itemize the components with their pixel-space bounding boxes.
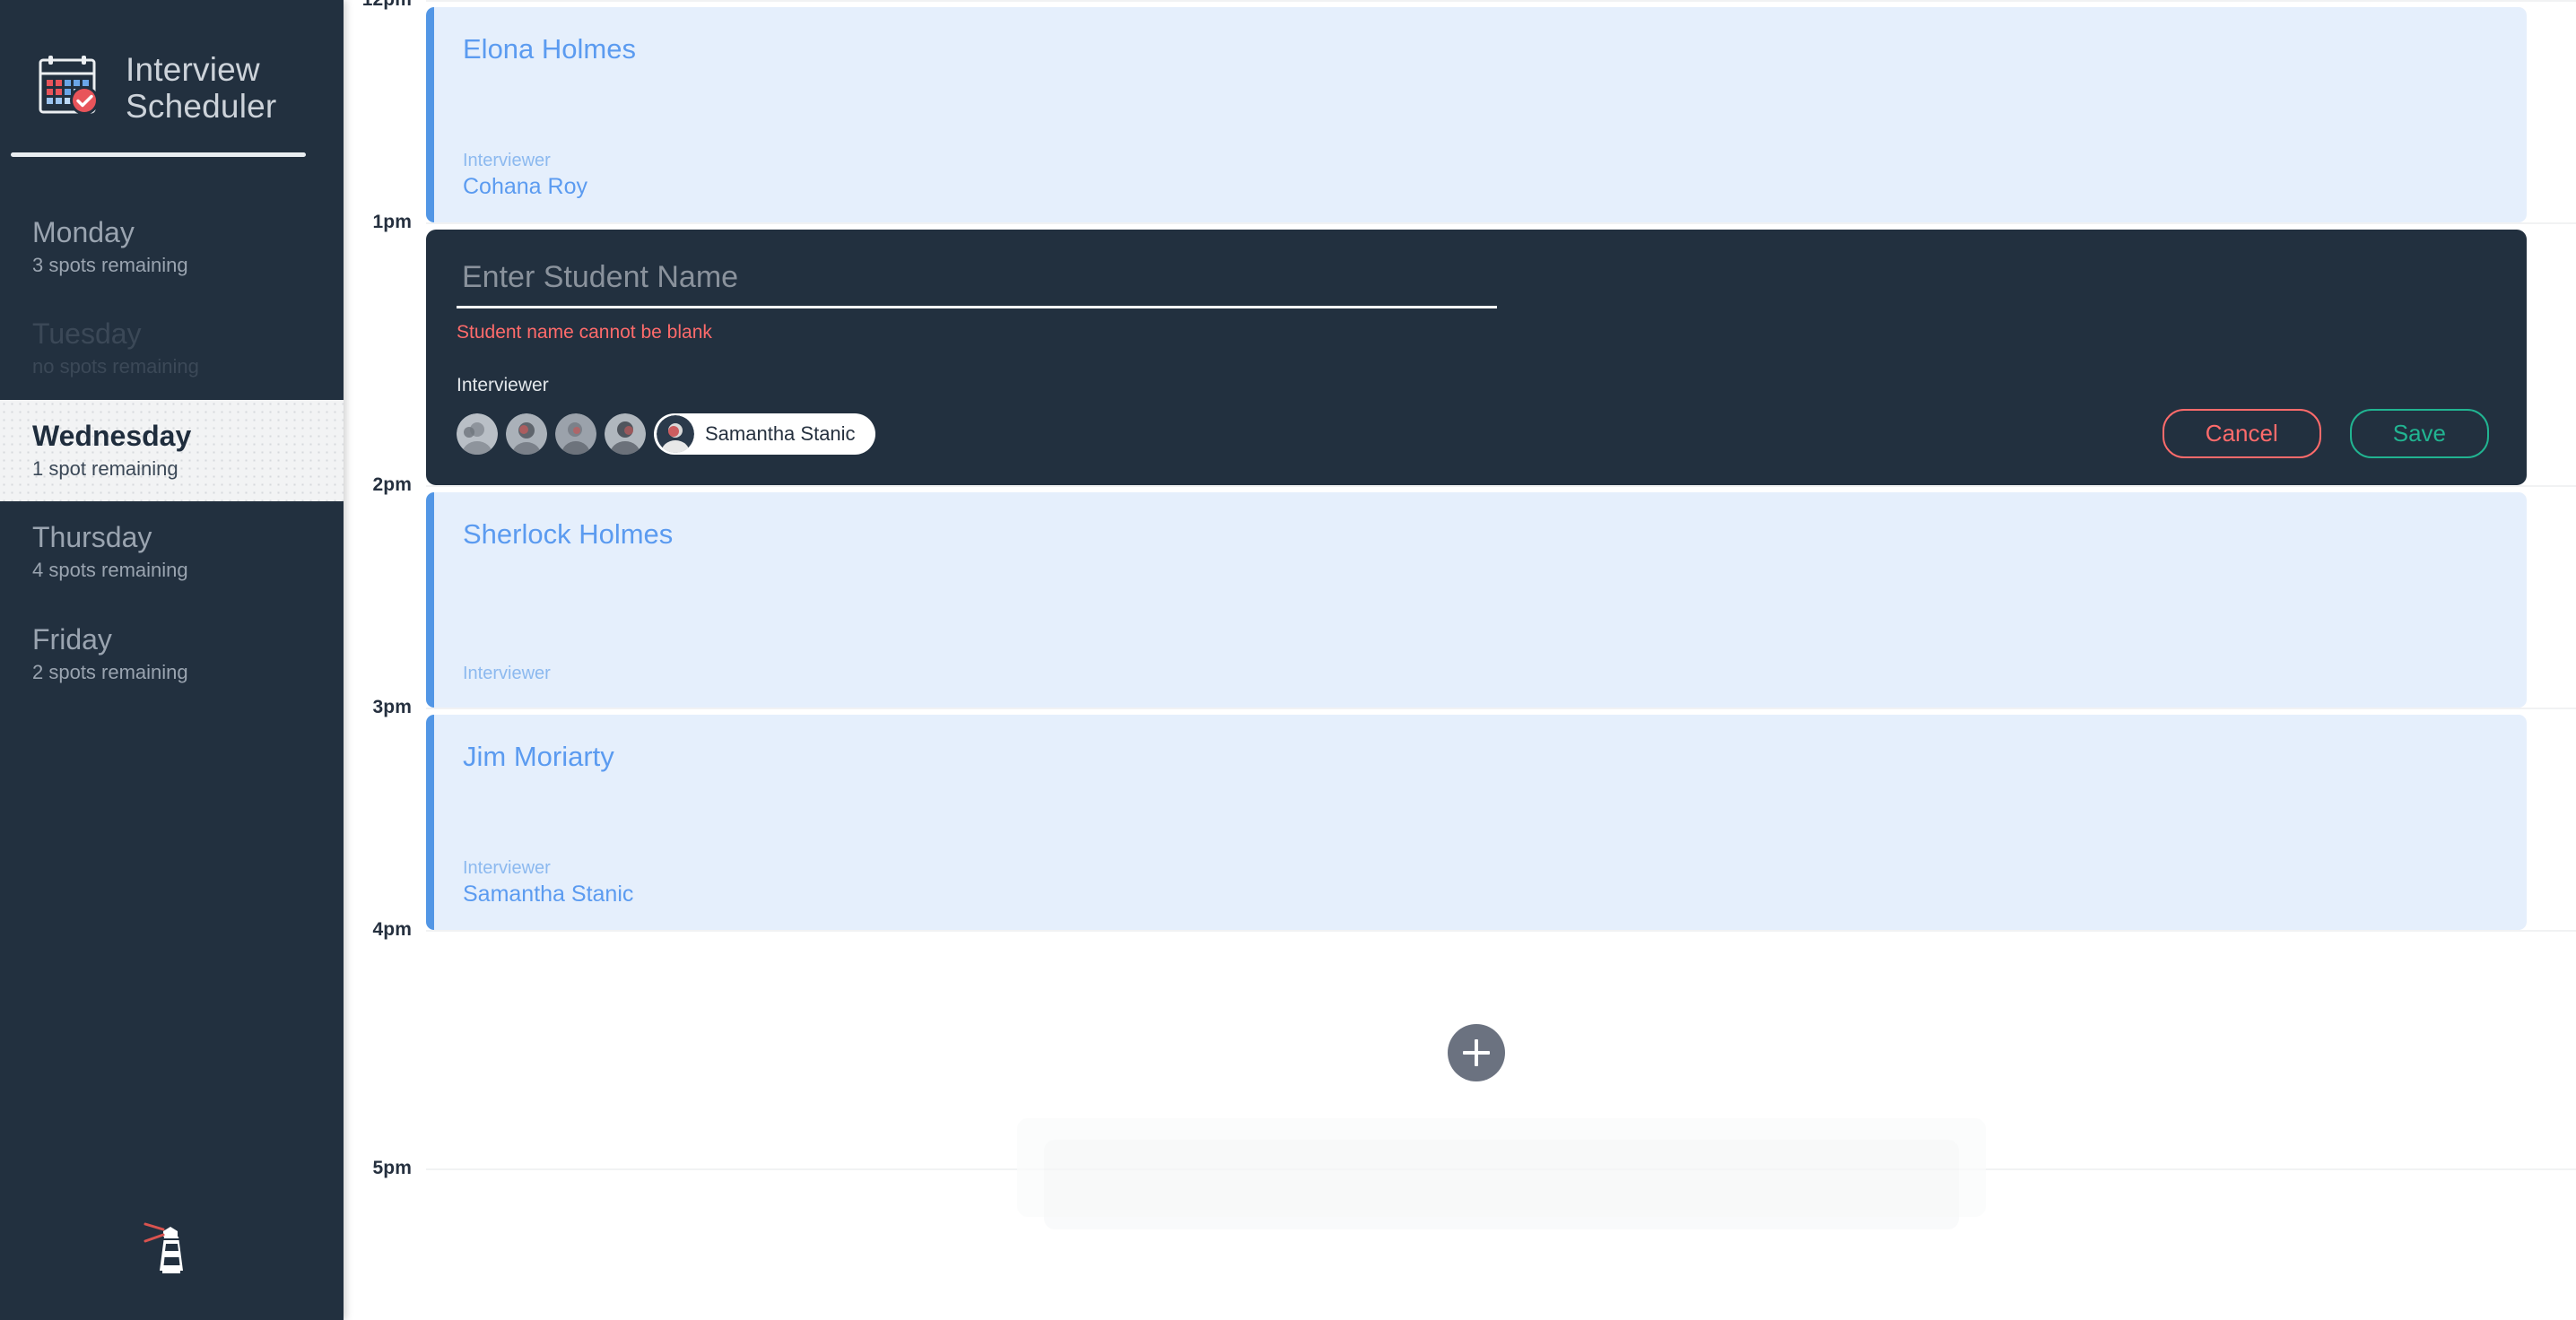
form-bottom-row: Samantha Stanic Cancel Save [457, 408, 2489, 459]
avatar [657, 414, 694, 453]
lighthouse-icon [141, 1216, 204, 1281]
interviewer-label: Interviewer [463, 150, 551, 170]
interviewer-avatar-tori-malcolm[interactable] [506, 412, 547, 455]
form-error-message: Student name cannot be blank [457, 322, 712, 343]
sidebar-item-monday[interactable]: Monday 3 spots remaining [0, 196, 344, 298]
brand: Interview Scheduler [0, 0, 344, 142]
next-appointment-preview [1016, 1118, 1986, 1230]
form-interviewer-label: Interviewer [457, 375, 549, 396]
interviewer-selected-samantha-stanic[interactable]: Samantha Stanic [654, 412, 875, 455]
slot-3pm: 3pm Jim Moriarty Interviewer Samantha St… [344, 697, 2576, 931]
sidebar-item-tuesday: Tuesday no spots remaining [0, 298, 344, 399]
appointment-footer: Interviewer Samantha Stanic [463, 855, 2527, 908]
sidebar-item-thursday[interactable]: Thursday 4 spots remaining [0, 501, 344, 603]
time-col: 1pm [344, 212, 426, 485]
interviewer-avatar-sylvia-palmer[interactable] [457, 412, 498, 455]
time-col: 2pm [344, 474, 426, 708]
day-list: Monday 3 spots remaining Tuesday no spot… [0, 196, 344, 705]
slot-12pm: 12pm Elona Holmes Interviewer Cohana Roy [344, 0, 2576, 222]
interviewer-name: Samantha Stanic [705, 421, 856, 445]
add-appointment-button[interactable] [1448, 1024, 1505, 1082]
appointment-footer: Interviewer [463, 661, 2527, 686]
sidebar-item-friday[interactable]: Friday 2 spots remaining [0, 604, 344, 705]
day-name: Wednesday [32, 419, 192, 452]
slot-body: Elona Holmes Interviewer Cohana Roy [426, 0, 2576, 222]
slot-2pm: 2pm Sherlock Holmes Interviewer [344, 474, 2576, 708]
app-root: Interview Scheduler Monday 3 spots remai… [0, 0, 2576, 1320]
form-actions: Cancel Save [2162, 408, 2489, 459]
calendar-check-icon [38, 54, 106, 122]
appointment-student-name: Sherlock Holmes [463, 518, 674, 551]
appointment-card[interactable]: Jim Moriarty Interviewer Samantha Stanic [426, 715, 2527, 931]
appointment-interviewer-name: Samantha Stanic [463, 881, 634, 908]
interviewer-label: Interviewer [463, 664, 551, 684]
appointment-interviewer-name: Cohana Roy [463, 173, 587, 199]
sidebar-item-wednesday[interactable]: Wednesday 1 spot remaining [0, 399, 344, 502]
slot-1pm: 1pm Student name cannot be blank Intervi… [344, 212, 2576, 486]
sidebar-divider [11, 152, 306, 157]
day-spots: 3 spots remaining [32, 253, 188, 276]
time-col: 12pm [344, 0, 426, 222]
time-label: 1pm [372, 212, 412, 232]
app-title: Interview Scheduler [126, 50, 277, 125]
day-name: Tuesday [32, 317, 142, 351]
appointment-student-name: Jim Moriarty [463, 741, 614, 773]
appointment-card[interactable]: Elona Holmes Interviewer Cohana Roy [426, 7, 2527, 222]
sidebar: Interview Scheduler Monday 3 spots remai… [0, 0, 344, 1320]
time-label: 3pm [372, 697, 412, 718]
appointment-footer: Interviewer Cohana Roy [463, 148, 2527, 201]
interviewer-list: Samantha Stanic [457, 412, 875, 455]
sidebar-footer [0, 1216, 344, 1320]
time-col: 4pm [344, 919, 426, 1168]
interviewer-avatar-cohana-roy[interactable] [605, 412, 646, 455]
slot-5pm: 5pm [344, 1118, 2576, 1230]
schedule-panel: 12pm Elona Holmes Interviewer Cohana Roy… [344, 0, 2576, 1320]
day-spots: 1 spot remaining [32, 456, 178, 480]
time-label: 5pm [372, 1158, 412, 1179]
appointment-card[interactable]: Sherlock Holmes Interviewer [426, 492, 2527, 708]
time-col: 3pm [344, 697, 426, 930]
student-name-input[interactable] [457, 260, 1497, 308]
interviewer-label: Interviewer [463, 858, 551, 879]
day-spots: no spots remaining [32, 355, 199, 378]
day-name: Friday [32, 622, 112, 656]
interviewer-avatar-mildred-nazir[interactable] [555, 412, 596, 455]
slot-body: Sherlock Holmes Interviewer [426, 485, 2576, 708]
slot-body: Jim Moriarty Interviewer Samantha Stanic [426, 708, 2576, 931]
appointment-form: Student name cannot be blank Interviewer [426, 230, 2527, 486]
time-label: 2pm [372, 474, 412, 496]
slot-body [426, 1118, 2576, 1230]
cancel-button[interactable]: Cancel [2162, 408, 2321, 459]
time-label: 12pm [362, 0, 412, 11]
day-name: Monday [32, 216, 135, 248]
time-col: 5pm [344, 1158, 426, 1178]
save-button[interactable]: Save [2349, 408, 2489, 459]
day-name: Thursday [32, 521, 152, 554]
slot-body: Student name cannot be blank Interviewer [426, 222, 2576, 486]
day-spots: 4 spots remaining [32, 559, 188, 582]
time-label: 4pm [372, 919, 412, 941]
appointment-student-name: Elona Holmes [463, 33, 636, 65]
day-spots: 2 spots remaining [32, 660, 188, 683]
